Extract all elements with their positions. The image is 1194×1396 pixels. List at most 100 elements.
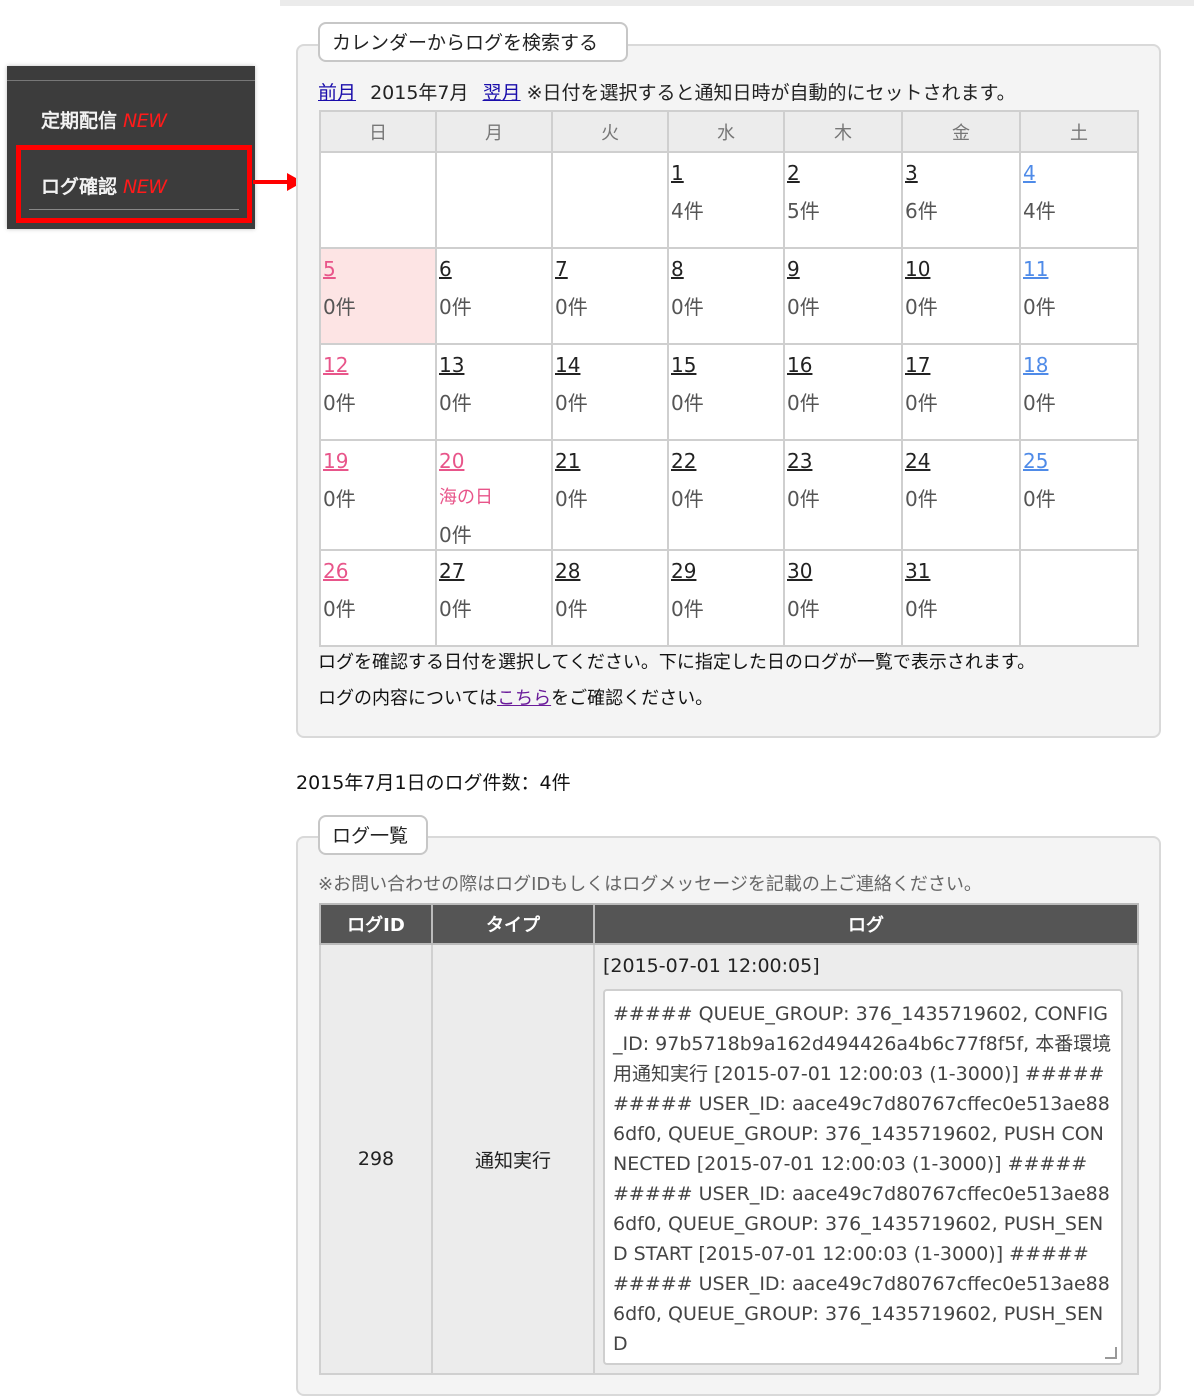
calendar-day-link[interactable]: 1 [671, 161, 684, 185]
calendar-day-link[interactable]: 25 [1023, 449, 1048, 473]
next-month-link[interactable]: 翌月 [483, 82, 521, 104]
calendar-day-link[interactable]: 13 [439, 353, 464, 377]
calendar-day-cell[interactable]: 23 0件 [783, 439, 903, 551]
weekday-header: 土 [1019, 110, 1139, 153]
calendar-day-cell[interactable]: 1 4件 [667, 151, 785, 249]
calendar-day-cell[interactable]: 12 0件 [319, 343, 437, 441]
calendar-day-link[interactable]: 10 [905, 257, 930, 281]
calendar-day-link[interactable]: 9 [787, 257, 800, 281]
calendar-day-cell[interactable]: 7 0件 [551, 247, 669, 345]
help-link[interactable]: こちら [497, 688, 551, 709]
calendar-day-link[interactable]: 4 [1023, 161, 1036, 185]
calendar-day-cell[interactable]: 18 0件 [1019, 343, 1139, 441]
calendar-day-link[interactable]: 28 [555, 559, 580, 583]
table-row: 298 通知実行 [2015-07-01 12:00:05] ##### QUE… [319, 943, 1139, 1375]
sidebar-item-log-check[interactable]: ログ確認 NEW [16, 145, 252, 223]
annotation-arrow [253, 180, 289, 184]
day-log-count: 0件 [555, 487, 588, 511]
calendar-day-link[interactable]: 5 [323, 257, 336, 281]
calendar-day-link[interactable]: 18 [1023, 353, 1048, 377]
calendar-day-link[interactable]: 24 [905, 449, 930, 473]
day-log-count: 0件 [905, 295, 938, 319]
calendar-week-row: 19 0件 20 海の日 0件 21 0件 22 0件 23 0件 24 0件 25 0件 [319, 439, 1139, 551]
calendar-day-link[interactable]: 2 [787, 161, 800, 185]
calendar-day-link[interactable]: 12 [323, 353, 348, 377]
calendar-day-cell[interactable]: 9 0件 [783, 247, 903, 345]
calendar-day-link[interactable]: 20 [439, 449, 464, 473]
log-timestamp: [2015-07-01 12:00:05] [603, 955, 820, 977]
calendar-empty-cell [1019, 549, 1139, 647]
calendar-day-link[interactable]: 27 [439, 559, 464, 583]
calendar-panel-legend: カレンダーからログを検索する [318, 22, 628, 62]
calendar-day-cell[interactable]: 8 0件 [667, 247, 785, 345]
day-log-count: 0件 [905, 391, 938, 415]
calendar-day-link[interactable]: 19 [323, 449, 348, 473]
calendar-day-cell[interactable]: 27 0件 [435, 549, 553, 647]
calendar-day-cell[interactable]: 31 0件 [901, 549, 1021, 647]
calendar-day-link[interactable]: 14 [555, 353, 580, 377]
calendar-day-link[interactable]: 17 [905, 353, 930, 377]
day-log-count: 0件 [1023, 487, 1056, 511]
log-id-cell: 298 [319, 943, 433, 1375]
top-bar [280, 0, 1194, 6]
weekday-header: 火 [551, 110, 669, 153]
calendar-day-link[interactable]: 11 [1023, 257, 1048, 281]
prev-month-link[interactable]: 前月 [318, 82, 356, 104]
new-badge: NEW [123, 176, 167, 198]
log-count-summary: 2015年7月1日のログ件数：4件 [296, 772, 571, 794]
calendar-day-link[interactable]: 7 [555, 257, 568, 281]
calendar-empty-cell [551, 151, 669, 249]
calendar-day-cell[interactable]: 6 0件 [435, 247, 553, 345]
calendar-day-link[interactable]: 22 [671, 449, 696, 473]
calendar-day-cell[interactable]: 4 4件 [1019, 151, 1139, 249]
weekday-header: 金 [901, 110, 1021, 153]
calendar-day-cell[interactable]: 20 海の日 0件 [435, 439, 553, 551]
calendar-day-link[interactable]: 3 [905, 161, 918, 185]
calendar-day-cell[interactable]: 2 5件 [783, 151, 903, 249]
calendar-day-cell[interactable]: 3 6件 [901, 151, 1021, 249]
calendar-day-cell[interactable]: 5 0件 [319, 247, 437, 345]
calendar-day-link[interactable]: 8 [671, 257, 684, 281]
calendar-day-cell[interactable]: 30 0件 [783, 549, 903, 647]
sidebar-divider [29, 209, 239, 210]
calendar-day-cell[interactable]: 16 0件 [783, 343, 903, 441]
calendar-note-1: ログを確認する日付を選択してください。下に指定した日のログが一覧で表示されます。 [318, 652, 1036, 673]
calendar-week-row: 12 0件 13 0件 14 0件 15 0件 16 0件 17 0件 18 0件 [319, 343, 1139, 441]
calendar-day-link[interactable]: 29 [671, 559, 696, 583]
calendar-day-link[interactable]: 31 [905, 559, 930, 583]
calendar-day-cell[interactable]: 14 0件 [551, 343, 669, 441]
weekday-header: 水 [667, 110, 785, 153]
weekday-header: 月 [435, 110, 553, 153]
calendar-day-cell[interactable]: 13 0件 [435, 343, 553, 441]
calendar-day-cell[interactable]: 26 0件 [319, 549, 437, 647]
column-header-log: ログ [593, 903, 1139, 945]
calendar-day-link[interactable]: 26 [323, 559, 348, 583]
resize-handle-icon[interactable] [1105, 1347, 1117, 1359]
calendar-day-cell[interactable]: 28 0件 [551, 549, 669, 647]
calendar-day-cell[interactable]: 25 0件 [1019, 439, 1139, 551]
calendar-day-cell[interactable]: 10 0件 [901, 247, 1021, 345]
calendar-note-2: ログの内容についてはこちらをご確認ください。 [318, 688, 714, 709]
log-message-textarea[interactable]: ##### QUEUE_GROUP: 376_1435719602, CONFI… [603, 989, 1123, 1365]
sidebar-item-scheduled-delivery[interactable]: 定期配信 NEW [7, 86, 255, 146]
calendar-day-cell[interactable]: 29 0件 [667, 549, 785, 647]
log-message-cell: [2015-07-01 12:00:05] ##### QUEUE_GROUP:… [593, 943, 1139, 1375]
calendar-day-link[interactable]: 16 [787, 353, 812, 377]
calendar-day-cell[interactable]: 21 0件 [551, 439, 669, 551]
calendar-day-cell[interactable]: 11 0件 [1019, 247, 1139, 345]
calendar-day-cell[interactable]: 17 0件 [901, 343, 1021, 441]
calendar-day-link[interactable]: 30 [787, 559, 812, 583]
calendar-day-link[interactable]: 23 [787, 449, 812, 473]
calendar-day-link[interactable]: 6 [439, 257, 452, 281]
calendar-day-cell[interactable]: 15 0件 [667, 343, 785, 441]
holiday-label: 海の日 [439, 487, 493, 508]
day-log-count: 0件 [1023, 295, 1056, 319]
calendar-day-link[interactable]: 15 [671, 353, 696, 377]
current-month: 2015年7月 [370, 82, 469, 104]
day-log-count: 0件 [905, 597, 938, 621]
calendar-week-row: 1 4件 2 5件 3 6件 4 4件 [319, 151, 1139, 249]
calendar-day-cell[interactable]: 19 0件 [319, 439, 437, 551]
calendar-day-cell[interactable]: 24 0件 [901, 439, 1021, 551]
calendar-day-cell[interactable]: 22 0件 [667, 439, 785, 551]
calendar-day-link[interactable]: 21 [555, 449, 580, 473]
